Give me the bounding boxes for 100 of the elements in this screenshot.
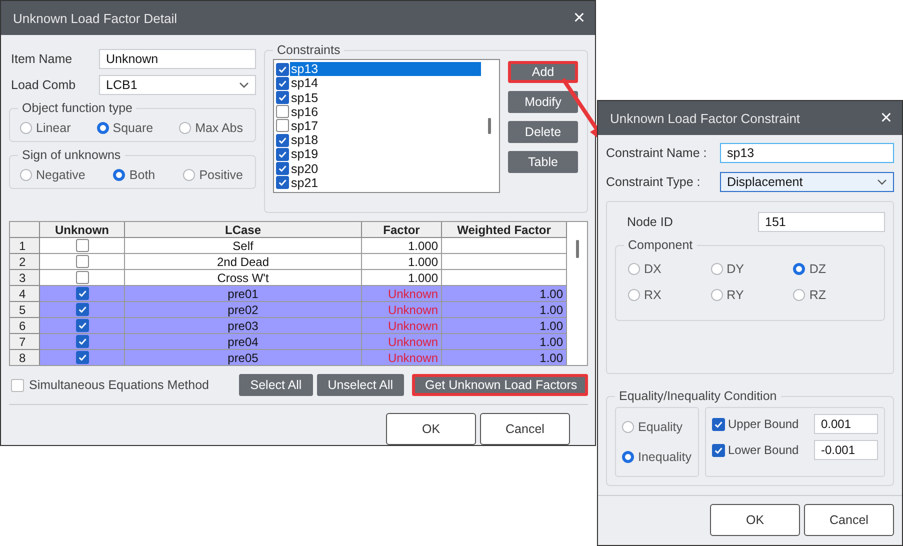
checkbox[interactable] xyxy=(276,162,289,176)
list-item[interactable]: sp18 xyxy=(290,133,481,148)
action-button[interactable]: Select All xyxy=(239,374,313,396)
action-button[interactable]: Table xyxy=(508,151,578,173)
radio-option[interactable]: Negative xyxy=(20,168,86,182)
radio-option[interactable]: Square xyxy=(96,121,154,135)
table-cell: Self xyxy=(125,238,362,254)
group-title: Sign of unknowns xyxy=(21,148,122,162)
radio-option[interactable]: Inequality xyxy=(622,450,692,464)
constraint-type-dropdown[interactable]: Displacement xyxy=(720,172,894,192)
radio-option[interactable]: DY xyxy=(710,262,794,276)
header-cell xyxy=(10,222,40,238)
list-item[interactable]: sp17 xyxy=(290,118,481,133)
radio-option[interactable]: RZ xyxy=(793,288,876,302)
action-button[interactable]: Modify xyxy=(508,91,578,113)
table-cell: 1.00 xyxy=(442,286,567,302)
radio-option[interactable]: DX xyxy=(628,262,711,276)
checkbox-option[interactable]: Upper Bound xyxy=(712,417,799,431)
load-comb-dropdown[interactable]: LCB1 xyxy=(99,75,256,95)
column-header: Unknown xyxy=(40,222,125,238)
list-item[interactable]: sp14 xyxy=(290,76,481,90)
table-cell: pre05 xyxy=(125,350,362,365)
checkbox[interactable] xyxy=(76,271,88,284)
row-number: 7 xyxy=(10,334,40,350)
item-name-field[interactable]: Unknown xyxy=(99,49,256,69)
radio-option[interactable]: Equality xyxy=(622,420,692,434)
group-title: Equality/Inequality Condition xyxy=(618,389,778,403)
scrollbar-thumb[interactable] xyxy=(488,118,490,134)
bound-field[interactable]: 0.001 xyxy=(814,414,878,434)
checkbox[interactable] xyxy=(76,239,88,252)
field-label: Constraint Name : xyxy=(606,146,707,160)
dialog-button[interactable]: Cancel xyxy=(804,504,894,536)
checkbox[interactable] xyxy=(712,444,725,456)
action-button[interactable]: Unselect All xyxy=(316,374,404,396)
close-button[interactable]: × xyxy=(573,8,585,28)
row-number: 1 xyxy=(10,238,40,254)
column-header: LCase xyxy=(125,222,362,238)
checkbox[interactable] xyxy=(712,418,725,430)
field-label: Constraint Type : xyxy=(606,175,700,189)
radio-option[interactable]: RY xyxy=(710,288,794,302)
constraint-name-field[interactable]: sp13 xyxy=(720,143,894,163)
bound-field[interactable]: -0.001 xyxy=(814,440,878,460)
checkbox[interactable] xyxy=(276,91,289,104)
checkbox-option[interactable]: Lower Bound xyxy=(712,443,799,457)
list-item[interactable]: sp21 xyxy=(290,176,481,190)
window-title: Unknown Load Factor Constraint xyxy=(610,110,800,126)
checkbox[interactable] xyxy=(76,319,88,332)
list-item[interactable]: sp15 xyxy=(290,90,481,105)
list-item[interactable]: sp13 xyxy=(290,62,481,76)
dialog-button[interactable]: OK xyxy=(386,413,476,445)
dialog-button[interactable]: OK xyxy=(710,504,800,536)
checkbox[interactable] xyxy=(76,303,88,316)
row-number: 4 xyxy=(10,286,40,302)
row-number: 5 xyxy=(10,302,40,318)
checkbox[interactable] xyxy=(76,351,88,364)
checkbox[interactable] xyxy=(11,378,24,392)
checkbox-option[interactable]: Simultaneous Equations Method xyxy=(11,378,209,392)
chevron-down-icon xyxy=(239,82,249,88)
radio-option[interactable]: Positive xyxy=(183,168,243,182)
radio-option[interactable]: Both xyxy=(113,168,156,182)
radio-option[interactable]: Max Abs xyxy=(179,121,243,135)
table-cell: Unknown xyxy=(362,350,442,365)
table-cell: pre03 xyxy=(125,318,362,334)
checkbox[interactable] xyxy=(276,119,289,132)
checkbox[interactable] xyxy=(276,76,289,90)
checkbox[interactable] xyxy=(276,134,289,147)
column-header: Factor xyxy=(362,222,442,238)
list-item[interactable]: sp19 xyxy=(290,147,481,162)
list-item[interactable]: sp20 xyxy=(290,162,481,176)
action-button[interactable]: Add xyxy=(508,61,578,83)
scrollbar-thumb[interactable] xyxy=(576,240,578,258)
radio-option[interactable]: Linear xyxy=(20,121,71,135)
table-cell: Unknown xyxy=(362,302,442,318)
table-cell: Unknown xyxy=(362,334,442,350)
checkbox[interactable] xyxy=(76,287,88,300)
checkbox[interactable] xyxy=(276,176,289,190)
radio-option[interactable]: RX xyxy=(628,288,711,302)
checkbox[interactable] xyxy=(276,62,289,76)
table-cell: 1.00 xyxy=(442,334,567,350)
action-button[interactable]: Get Unknown Load Factors xyxy=(412,374,588,396)
checkbox[interactable] xyxy=(276,105,289,118)
checkbox[interactable] xyxy=(76,335,88,348)
list-item[interactable]: sp16 xyxy=(290,104,481,119)
group-title: Component xyxy=(627,238,694,252)
table-cell: 1.000 xyxy=(362,238,442,254)
checkbox[interactable] xyxy=(276,148,289,161)
table-cell: 2nd Dead xyxy=(125,254,362,270)
field-label: Load Comb xyxy=(11,78,76,92)
action-button[interactable]: Delete xyxy=(508,121,578,143)
table-cell: pre04 xyxy=(125,334,362,350)
table-cell: 1.00 xyxy=(442,302,567,318)
dialog-button[interactable]: Cancel xyxy=(480,413,570,445)
checkbox[interactable] xyxy=(76,255,88,268)
table-cell: Unknown xyxy=(362,286,442,302)
group-title: Constraints xyxy=(276,43,342,57)
node-id-field[interactable]: 151 xyxy=(758,212,885,232)
radio-option[interactable]: DZ xyxy=(793,262,876,276)
table-cell: 1.00 xyxy=(442,350,567,365)
close-button[interactable]: × xyxy=(880,108,892,128)
field-label: Node ID xyxy=(627,215,673,229)
